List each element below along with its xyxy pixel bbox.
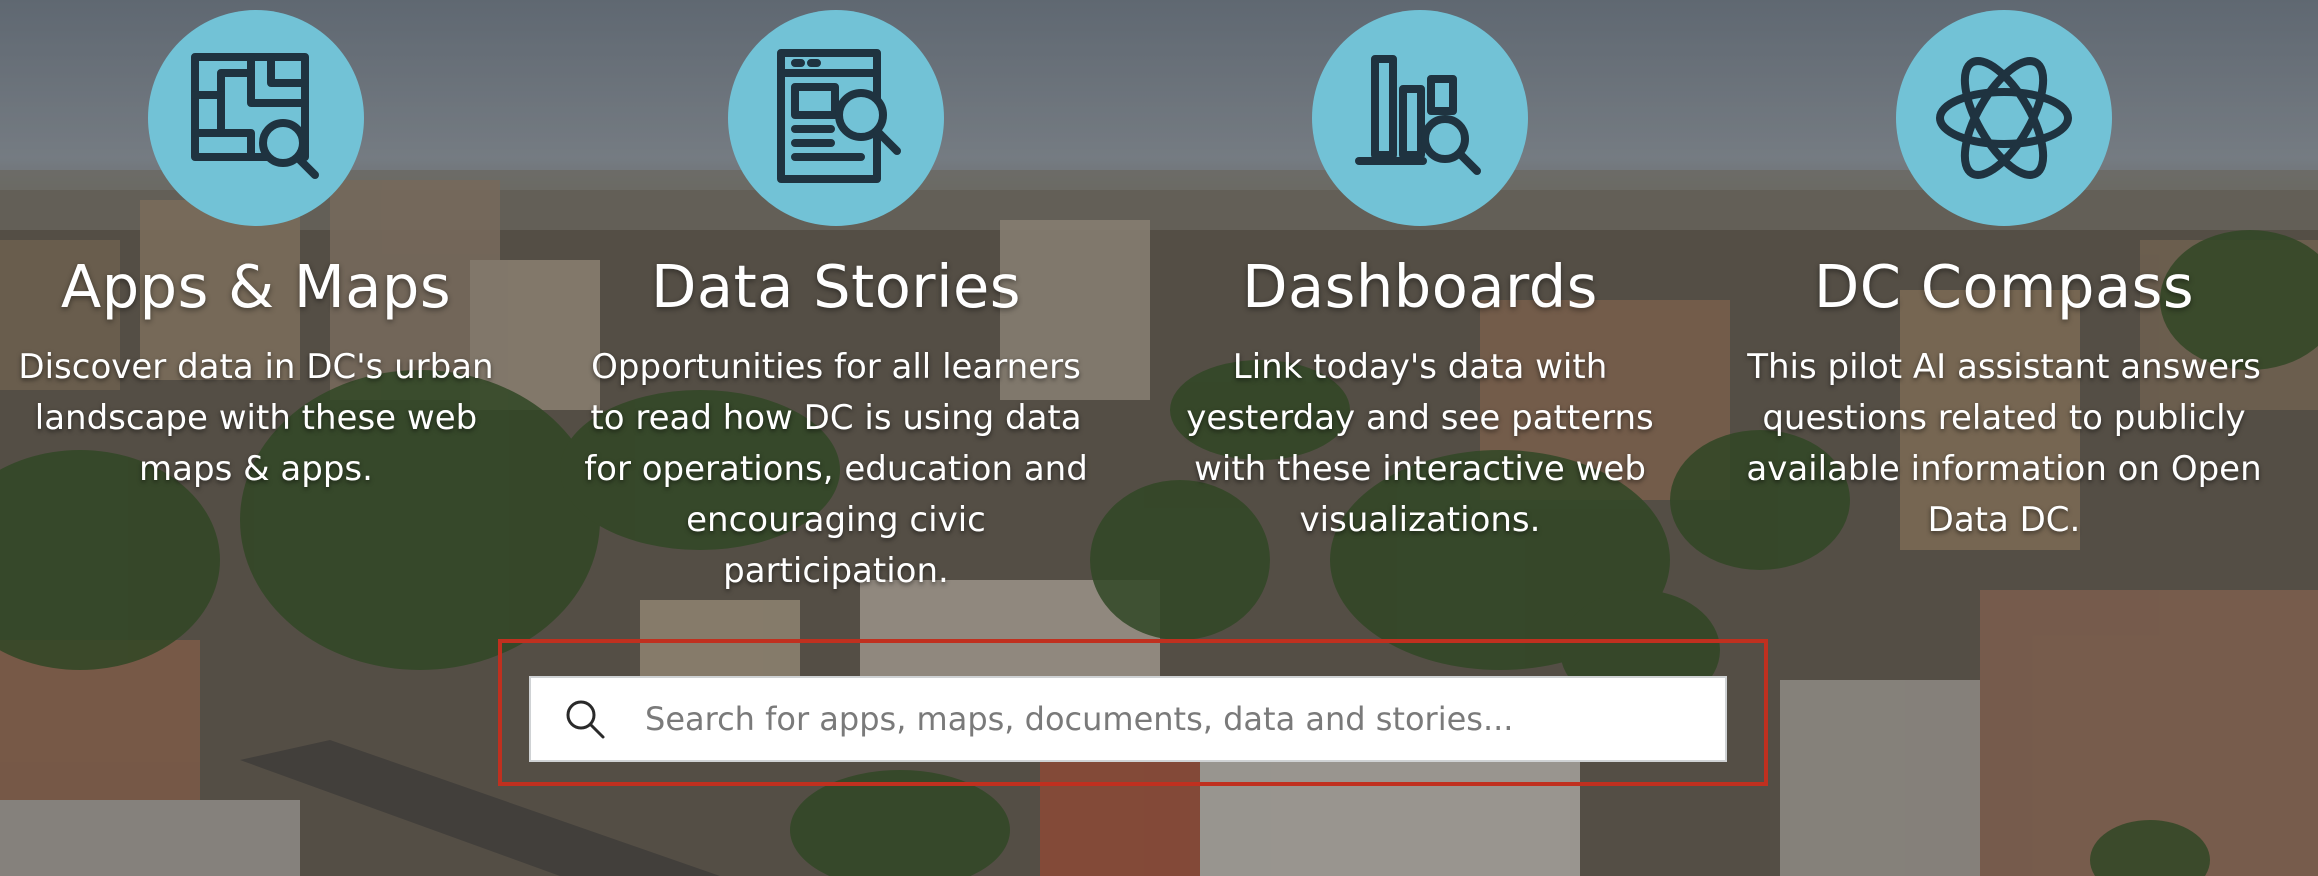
- data-stories-icon-circle[interactable]: [728, 10, 944, 226]
- search-icon: [566, 700, 605, 739]
- dashboards-icon-circle[interactable]: [1312, 10, 1528, 226]
- map-magnifier-icon: [191, 53, 319, 179]
- card-description-data-stories: Opportunities for all learners to read h…: [584, 346, 1088, 591]
- search-bar[interactable]: [529, 676, 1727, 762]
- apps-maps-icon-circle[interactable]: [148, 10, 364, 226]
- card-description-apps-maps: Discover data in DC's urban landscape wi…: [18, 346, 494, 489]
- card-description-dashboards: Link today's data with yesterday and see…: [1186, 346, 1654, 540]
- card-description-dc-compass: This pilot AI assistant answers question…: [1746, 346, 2262, 540]
- card-title-data-stories[interactable]: Data Stories: [556, 256, 1116, 318]
- card-dashboards[interactable]: Dashboards Link today's data with yester…: [1140, 0, 1700, 546]
- dc-compass-icon-circle[interactable]: [1896, 10, 2112, 226]
- search-input[interactable]: [643, 677, 1725, 761]
- card-title-apps-maps[interactable]: Apps & Maps: [0, 256, 536, 318]
- document-magnifier-icon: [777, 49, 901, 183]
- card-apps-maps[interactable]: Apps & Maps Discover data in DC's urban …: [0, 0, 536, 495]
- card-title-dc-compass[interactable]: DC Compass: [1724, 256, 2284, 318]
- card-dc-compass[interactable]: DC Compass This pilot AI assistant answe…: [1724, 0, 2284, 546]
- bar-chart-magnifier-icon: [1355, 55, 1481, 175]
- hero-section: Apps & Maps Discover data in DC's urban …: [0, 0, 2318, 876]
- atom-icon: [1936, 57, 2072, 179]
- card-data-stories[interactable]: Data Stories Opportunities for all learn…: [556, 0, 1116, 597]
- card-title-dashboards[interactable]: Dashboards: [1140, 256, 1700, 318]
